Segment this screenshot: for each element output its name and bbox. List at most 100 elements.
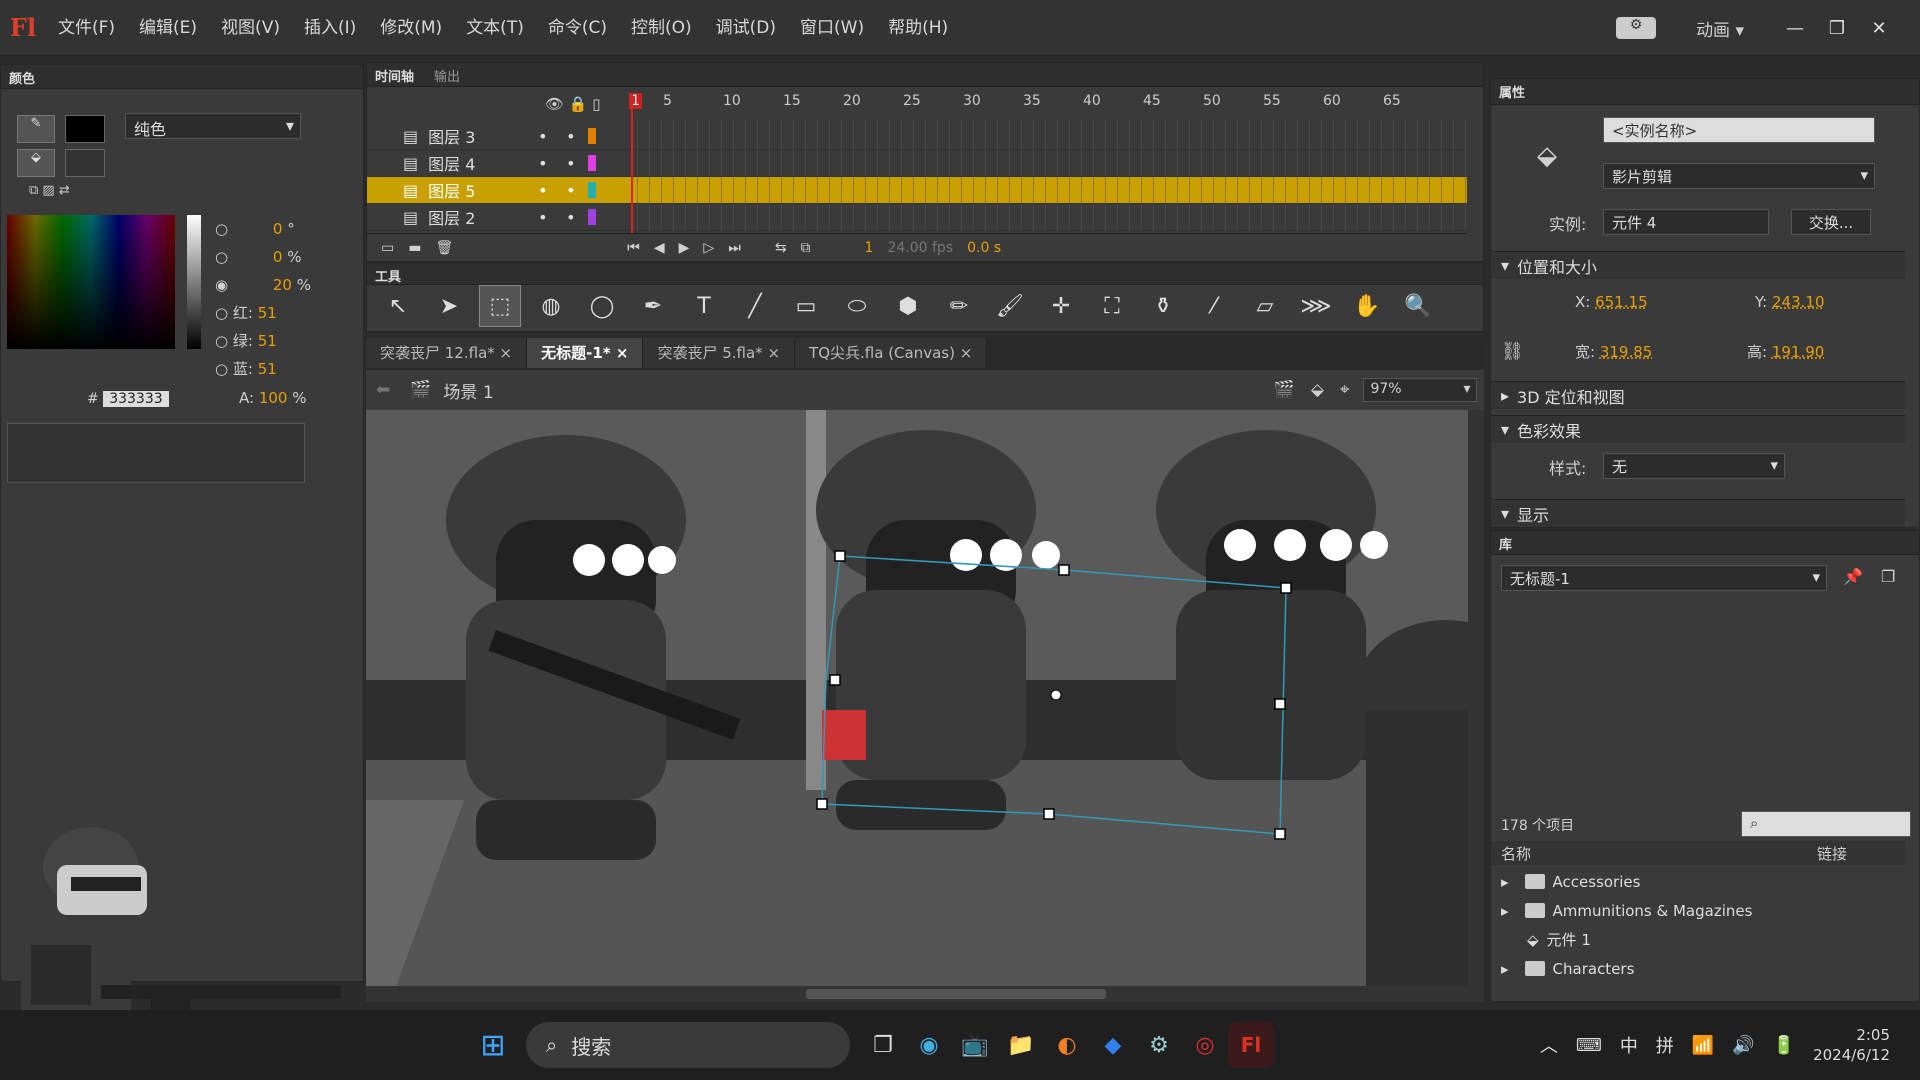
- ruler-tick[interactable]: 55: [1263, 93, 1281, 109]
- lock-dot[interactable]: •: [566, 208, 588, 227]
- close-icon[interactable]: ×: [767, 344, 780, 362]
- bilibili-icon[interactable]: 📺: [952, 1022, 998, 1068]
- ruler-tick[interactable]: 50: [1203, 93, 1221, 109]
- hue-radio[interactable]: ○: [215, 220, 228, 238]
- taskbar-search[interactable]: ⌕ 搜索: [526, 1022, 850, 1068]
- edit-scene-icon[interactable]: 🎬: [1274, 380, 1295, 400]
- volume-icon[interactable]: 🔊: [1732, 1035, 1754, 1056]
- ruler-tick[interactable]: 60: [1323, 93, 1341, 109]
- library-search-input[interactable]: ⌕: [1741, 811, 1911, 837]
- display-section[interactable]: ▾ 显示: [1491, 499, 1905, 527]
- library-item[interactable]: ▸ Characters: [1491, 954, 1905, 983]
- zoom-tool-icon[interactable]: 🔍: [1397, 285, 1439, 327]
- pen-tool-icon[interactable]: ✒: [632, 285, 674, 327]
- layer-name[interactable]: 图层 2: [428, 205, 538, 229]
- prev-frame-icon[interactable]: ◀: [654, 240, 665, 256]
- hand-tool-icon[interactable]: ✋: [1346, 285, 1388, 327]
- last-frame-icon[interactable]: ⏭: [728, 240, 741, 256]
- lock-icon[interactable]: 🔒: [569, 95, 588, 113]
- new-folder-icon[interactable]: ▬: [408, 240, 421, 256]
- close-icon[interactable]: ×: [960, 344, 973, 362]
- library-item[interactable]: ▸ Ammunitions & Magazines: [1491, 896, 1905, 925]
- ruler-tick[interactable]: 40: [1083, 93, 1101, 109]
- height-value[interactable]: 191.90: [1772, 343, 1825, 361]
- visibility-dot[interactable]: •: [538, 181, 566, 200]
- back-arrow-icon[interactable]: ⬅: [376, 380, 390, 400]
- clock[interactable]: 2:05 2024/6/12: [1813, 1025, 1890, 1065]
- menu-help[interactable]: 帮助(H): [876, 0, 960, 56]
- blue-radio[interactable]: ○: [215, 360, 228, 378]
- library-item[interactable]: ▸ Accessories: [1491, 867, 1905, 896]
- steam-icon[interactable]: ⚙: [1136, 1022, 1182, 1068]
- green-value[interactable]: 51: [258, 332, 277, 350]
- polystar-tool-icon[interactable]: ⬢: [887, 285, 929, 327]
- pin-icon[interactable]: 📌: [1843, 567, 1863, 586]
- ruler-tick[interactable]: 15: [783, 93, 801, 109]
- file-explorer-icon[interactable]: 📁: [998, 1022, 1044, 1068]
- menu-text[interactable]: 文本(T): [454, 0, 536, 56]
- selection-tool-icon[interactable]: ↖: [377, 285, 419, 327]
- alpha-value[interactable]: 100: [259, 389, 288, 407]
- position-size-section[interactable]: ▾ 位置和大小: [1491, 251, 1905, 279]
- menu-modify[interactable]: 修改(M): [368, 0, 454, 56]
- menu-commands[interactable]: 命令(C): [536, 0, 619, 56]
- green-radio[interactable]: ○: [215, 332, 228, 350]
- style-select[interactable]: 无 ▾: [1603, 453, 1785, 479]
- battery-icon[interactable]: 🔋: [1773, 1035, 1795, 1056]
- play-icon[interactable]: ▶: [679, 240, 690, 256]
- next-frame-icon[interactable]: ▷: [703, 240, 714, 256]
- ruler-tick[interactable]: 30: [963, 93, 981, 109]
- lock-dot[interactable]: •: [566, 154, 588, 173]
- close-icon[interactable]: ×: [616, 344, 629, 362]
- 3d-rotation-tool-icon[interactable]: ◍: [530, 285, 572, 327]
- text-tool-icon[interactable]: T: [683, 285, 725, 327]
- fill-color-icon[interactable]: ⬙: [17, 149, 55, 177]
- tab-output[interactable]: 输出: [434, 66, 460, 85]
- brush-tool-icon[interactable]: 🖌: [989, 285, 1031, 327]
- elapsed-time[interactable]: 0.0 s: [967, 240, 1001, 256]
- windows-start-icon[interactable]: ⊞: [470, 1022, 516, 1068]
- expand-arrow-icon[interactable]: ▸: [1501, 902, 1509, 920]
- layer-color-icon[interactable]: [588, 128, 597, 144]
- lock-dot[interactable]: •: [566, 181, 588, 200]
- color-swap-icons[interactable]: ⧉ ▨ ⇄: [29, 183, 70, 198]
- center-stage-icon[interactable]: ⌖: [1340, 380, 1350, 400]
- new-layer-icon[interactable]: ▭: [381, 240, 394, 256]
- frame-rate[interactable]: 24.00 fps: [887, 240, 953, 256]
- workspace-switcher[interactable]: 动画 ▾: [1696, 16, 1744, 41]
- soldier-far-right[interactable]: [1356, 620, 1468, 986]
- tab-timeline[interactable]: 时间轴: [375, 66, 414, 85]
- minimize-icon[interactable]: —: [1774, 13, 1816, 43]
- doc-tab-2[interactable]: 无标题-1* ×: [527, 338, 644, 368]
- column-name[interactable]: 名称: [1501, 843, 1531, 864]
- loop-icon[interactable]: ⇆: [775, 240, 787, 256]
- red-value[interactable]: 51: [258, 304, 277, 322]
- ruler-tick[interactable]: 25: [903, 93, 921, 109]
- link-proportions-icon[interactable]: ⛓: [1501, 341, 1524, 362]
- eye-icon[interactable]: 👁: [545, 95, 564, 113]
- stroke-color-icon[interactable]: ✎: [17, 115, 55, 143]
- expand-arrow-icon[interactable]: ▸: [1501, 873, 1509, 891]
- stroke-color-swatch[interactable]: [65, 115, 105, 143]
- color-effect-section[interactable]: ▾ 色彩效果: [1491, 415, 1905, 443]
- y-value[interactable]: 243.10: [1772, 293, 1825, 311]
- layer-color-icon[interactable]: [588, 182, 597, 198]
- lock-dot[interactable]: •: [566, 127, 588, 146]
- column-link[interactable]: 链接: [1817, 843, 1847, 864]
- free-transform-tool-icon[interactable]: ⬚: [479, 285, 521, 327]
- transform-point[interactable]: [1050, 689, 1062, 701]
- task-view-icon[interactable]: ❐: [860, 1022, 906, 1068]
- scene-name[interactable]: 场景 1: [443, 378, 493, 403]
- menu-file[interactable]: 文件(F): [46, 0, 127, 56]
- close-icon[interactable]: ✕: [1858, 13, 1900, 43]
- flash-taskbar-icon[interactable]: Fl: [1228, 1022, 1274, 1068]
- menu-window[interactable]: 窗口(W): [788, 0, 876, 56]
- brightness-radio[interactable]: ◉: [215, 276, 228, 294]
- fill-color-swatch[interactable]: [65, 149, 105, 177]
- layer-color-icon[interactable]: [588, 209, 597, 225]
- lasso-tool-icon[interactable]: ◯: [581, 285, 623, 327]
- line-tool-icon[interactable]: ╱: [734, 285, 776, 327]
- timeline-ruler[interactable]: 1 5 10 15 20 25 30 35 40 45 50 55 60 65: [629, 93, 1469, 115]
- layer-name[interactable]: 图层 4: [428, 151, 538, 175]
- stage[interactable]: [366, 410, 1468, 986]
